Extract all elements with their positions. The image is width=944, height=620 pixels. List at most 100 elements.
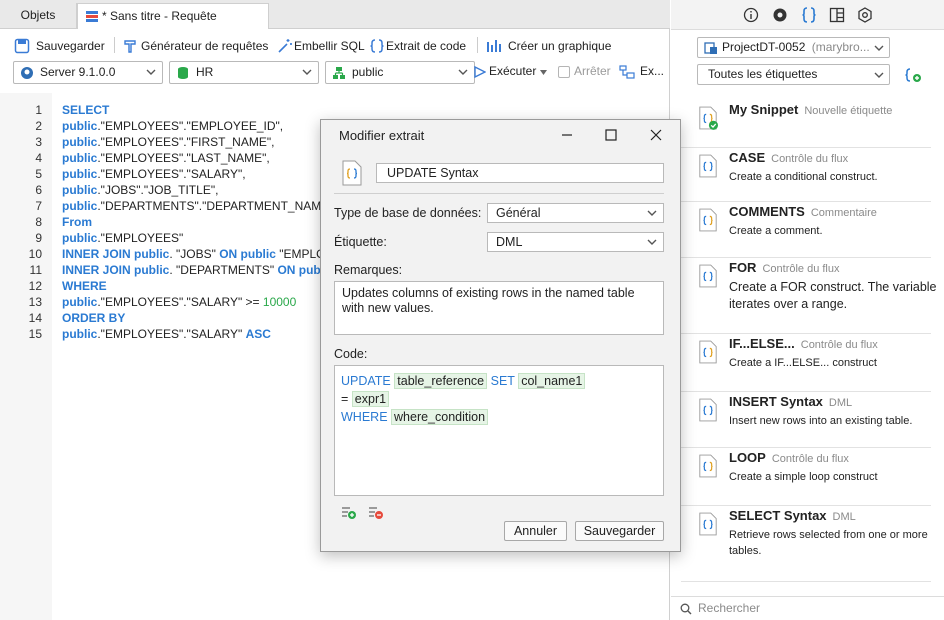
line-number: 5 xyxy=(35,167,42,181)
chevron-down-icon xyxy=(647,239,657,245)
sql-keyword: public xyxy=(62,231,98,245)
label-value: DML xyxy=(496,235,523,249)
code-keyword: WHERE xyxy=(341,410,388,424)
snippet-item[interactable]: SELECT Syntax DML Retrieve rows selected f… xyxy=(681,508,931,582)
snippet-file-icon xyxy=(699,106,718,130)
snippet-item[interactable]: INSERT Syntax DML Insert new rows into an … xyxy=(681,394,931,448)
caret-down-icon xyxy=(540,70,547,75)
line-number: 11 xyxy=(29,263,42,277)
code-keyword: SET xyxy=(490,374,515,388)
maximize-icon[interactable] xyxy=(604,128,618,142)
snippet-item[interactable]: LOOP Contrôle du flux Create a simple loop… xyxy=(681,450,931,506)
line-number: 9 xyxy=(35,231,42,245)
beautify-sql-button[interactable]: Embellir SQL xyxy=(277,36,365,56)
sql-keyword: ORDER BY xyxy=(62,311,126,325)
db-type-select[interactable]: Général xyxy=(487,203,664,223)
sql-identifier: ."JOBS"."JOB_TITLE", xyxy=(97,183,219,197)
dialog-save-button[interactable]: Sauvegarder xyxy=(575,521,664,541)
divider xyxy=(334,193,664,194)
snippet-description: Create a IF...ELSE... construct xyxy=(729,357,877,369)
remove-placeholder-icon[interactable] xyxy=(367,504,385,520)
code-label: Code: xyxy=(334,347,368,361)
db-type-value: Général xyxy=(496,206,541,220)
code-snippet-button[interactable]: Extrait de code xyxy=(369,36,466,56)
placeholder-token[interactable]: where_condition xyxy=(391,409,489,425)
snippet-title: COMMENTS Commentaire xyxy=(729,204,877,219)
label-select[interactable]: DML xyxy=(487,232,664,252)
chevron-down-icon xyxy=(874,45,884,51)
snippet-item[interactable]: FOR Contrôle du flux Create a FOR construc… xyxy=(681,260,937,334)
snippet-category: Contrôle du flux xyxy=(771,153,849,165)
info-icon[interactable] xyxy=(743,7,759,23)
line-number: 2 xyxy=(35,119,42,133)
snippet-item[interactable]: My Snippet Nouvelle étiquette xyxy=(681,102,931,148)
schema-select[interactable]: public xyxy=(325,61,475,84)
placeholder-token[interactable]: col_name1 xyxy=(518,373,586,389)
labels-filter-select[interactable]: Toutes les étiquettes xyxy=(697,64,890,85)
edit-snippet-dialog: Modifier extrait UPDATE Syntax Type de b… xyxy=(320,119,681,552)
chevron-down-icon xyxy=(302,69,312,75)
create-chart-label: Créer un graphique xyxy=(508,39,612,53)
code-keyword: UPDATE xyxy=(341,374,391,388)
divider xyxy=(114,37,115,53)
tab-bar: Objets * Sans titre - Requête xyxy=(0,0,670,29)
save-icon xyxy=(14,38,30,54)
tab-query[interactable]: * Sans titre - Requête xyxy=(77,3,269,29)
placeholder-token[interactable]: expr1 xyxy=(351,391,390,407)
code-textarea[interactable]: UPDATE table_reference SET col_name1 = e… xyxy=(334,365,664,496)
create-chart-button[interactable]: Créer un graphique xyxy=(486,36,611,56)
line-number: 13 xyxy=(28,295,42,309)
line-number: 15 xyxy=(28,327,42,341)
snippet-braces-icon[interactable] xyxy=(801,7,817,23)
dialog-title: Modifier extrait xyxy=(339,128,425,143)
search-bar[interactable]: Rechercher xyxy=(671,596,944,620)
query-builder-label: Générateur de requêtes xyxy=(141,39,269,53)
tab-objects[interactable]: Objets xyxy=(0,3,77,29)
labels-filter-value: Toutes les étiquettes xyxy=(708,67,818,81)
snippet-item[interactable]: COMMENTS Commentaire Create a comment. xyxy=(681,204,931,258)
run-button[interactable]: Exécuter xyxy=(474,61,550,84)
cancel-button[interactable]: Annuler xyxy=(504,521,567,541)
add-snippet-icon[interactable] xyxy=(904,67,922,83)
chevron-down-icon xyxy=(874,72,884,78)
chevron-down-icon xyxy=(146,69,156,75)
add-placeholder-icon[interactable] xyxy=(340,504,358,520)
snippet-item[interactable]: CASE Contrôle du flux Create a conditional… xyxy=(681,150,931,202)
chart-icon xyxy=(487,40,501,52)
line-number: 8 xyxy=(35,215,42,229)
database-select[interactable]: HR xyxy=(169,61,319,84)
snippet-description: Create a FOR construct. The variable ite… xyxy=(729,280,937,311)
line-number: 6 xyxy=(35,183,42,197)
hexagon-icon[interactable] xyxy=(857,7,873,23)
code-line: SELECT xyxy=(62,103,109,117)
snippet-item[interactable]: IF...ELSE... Contrôle du flux Create a IF.… xyxy=(681,336,931,392)
snippet-name: CASE xyxy=(729,150,766,165)
snippet-file-icon xyxy=(699,208,717,232)
close-icon[interactable] xyxy=(649,128,663,142)
sql-identifier: . "JOBS" xyxy=(169,247,220,261)
snippet-name-field[interactable]: UPDATE Syntax xyxy=(376,163,664,183)
snippet-title: INSERT Syntax DML xyxy=(729,394,852,409)
sql-keyword: public xyxy=(62,199,98,213)
minimize-icon[interactable] xyxy=(560,128,574,142)
project-select[interactable]: ProjectDT-0052 (marybro... xyxy=(697,37,890,58)
explain-button[interactable]: Ex... xyxy=(619,61,669,84)
snippet-description: Create a conditional construct. xyxy=(729,171,878,183)
stop-button[interactable]: Arrêter xyxy=(557,61,615,84)
snippet-description: Retrieve rows selected from one or more … xyxy=(729,529,928,557)
explain-icon xyxy=(619,65,635,79)
project-icon xyxy=(704,42,717,54)
search-placeholder: Rechercher xyxy=(698,601,761,615)
server-select[interactable]: Server 9.1.0.0 xyxy=(13,61,163,84)
remarks-textarea[interactable]: Updates columns of existing rows in the … xyxy=(334,281,664,335)
sql-keyword: public xyxy=(62,151,98,165)
save-button[interactable]: Sauvegarder xyxy=(14,36,105,56)
code-line: ORDER BY xyxy=(62,311,125,325)
query-builder-button[interactable]: Générateur de requêtes xyxy=(122,36,268,56)
placeholder-token[interactable]: table_reference xyxy=(394,373,488,389)
preview-icon[interactable] xyxy=(772,7,788,23)
line-number: 10 xyxy=(28,247,42,261)
sql-identifier: ."EMPLOYEES"."LAST_NAME", xyxy=(97,151,270,165)
sql-keyword: INNER JOIN public xyxy=(62,247,170,261)
layout-icon[interactable] xyxy=(829,7,845,23)
